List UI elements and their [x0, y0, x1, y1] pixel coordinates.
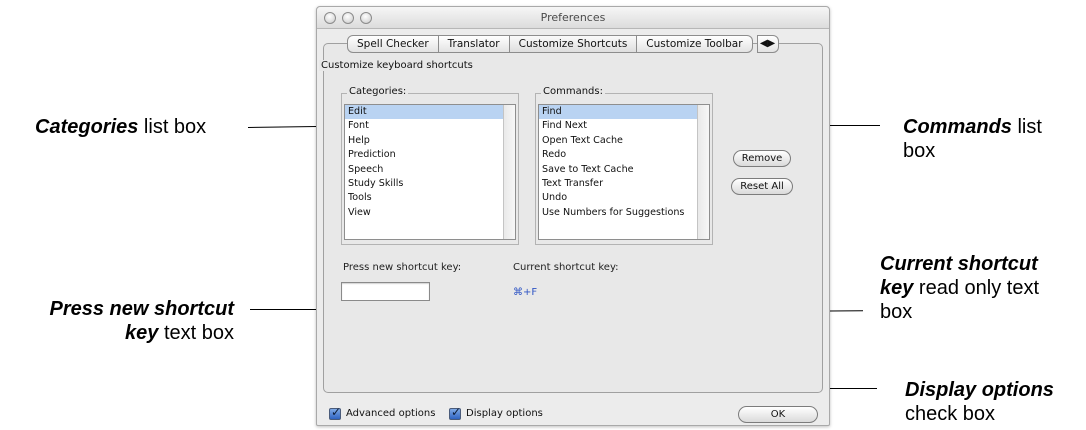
commands-list-item[interactable]: Find: [539, 105, 697, 120]
preferences-window: Preferences Spell Checker Translator Cus…: [316, 6, 830, 426]
window-title: Preferences: [540, 11, 606, 24]
checkmark-icon: ✓: [451, 405, 462, 419]
commands-list-item[interactable]: Open Text Cache: [539, 134, 697, 148]
checkmark-icon: ✓: [331, 405, 342, 419]
tab-spell-checker[interactable]: Spell Checker: [347, 35, 439, 53]
ok-button[interactable]: OK: [738, 406, 818, 423]
categories-list-item[interactable]: View: [345, 206, 503, 220]
display-options-label: Display options: [466, 408, 543, 419]
commands-list-item[interactable]: Redo: [539, 148, 697, 162]
advanced-options-label: Advanced options: [346, 408, 436, 419]
annotation-commands-bold: Commands: [903, 116, 1012, 138]
display-options-checkbox[interactable]: ✓: [449, 405, 462, 420]
annotation-categories-bold: Categories: [35, 116, 139, 138]
categories-list-item[interactable]: Font: [345, 119, 503, 133]
annotation-display-options-bold: Display options: [905, 379, 1054, 401]
annotation-current-key-bold1: Current shortcut: [880, 253, 1038, 275]
tab-translator[interactable]: Translator: [438, 35, 510, 53]
categories-list-item[interactable]: Tools: [345, 191, 503, 205]
categories-list-item[interactable]: Study Skills: [345, 177, 503, 191]
annotation-commands-rest: list: [1011, 116, 1042, 138]
tab-overflow-arrows-icon[interactable]: ◀▶: [756, 35, 779, 53]
remove-button[interactable]: Remove: [733, 150, 791, 167]
annotation-current-key-rest: read only text: [913, 277, 1039, 299]
commands-list-box[interactable]: Find Find Next Open Text Cache Redo Save to …: [538, 104, 710, 240]
commands-list-item[interactable]: Use Numbers for Suggestions: [539, 206, 697, 220]
categories-list-box[interactable]: Edit Font Help Prediction Speech Study Skills…: [344, 104, 516, 240]
commands-label: Commands:: [541, 86, 605, 97]
current-shortcut-key-value: ⌘+F: [513, 287, 538, 298]
annotation-current-key: Current shortcut key read only text box: [880, 252, 1039, 324]
customize-shortcuts-group-label: Customize keyboard shortcuts: [319, 60, 475, 71]
tab-customize-toolbar[interactable]: Customize Toolbar: [637, 35, 753, 53]
annotation-current-key-bold2: key: [880, 277, 914, 299]
annotation-press-new-bold2: key: [125, 322, 159, 344]
new-shortcut-key-label: Press new shortcut key:: [343, 262, 462, 273]
new-shortcut-key-input[interactable]: [341, 282, 430, 301]
commands-list-item[interactable]: Save to Text Cache: [539, 163, 697, 177]
annotation-display-options-line2: check box: [905, 403, 996, 425]
annotation-press-new-shortcut: Press new shortcut key text box: [10, 297, 234, 345]
commands-list-item[interactable]: Undo: [539, 191, 697, 205]
advanced-options-checkbox[interactable]: ✓: [329, 405, 342, 420]
annotation-display-options: Display options check box: [905, 378, 1083, 426]
commands-list-item[interactable]: Text Transfer: [539, 177, 697, 191]
reset-all-button[interactable]: Reset All: [731, 178, 793, 195]
categories-list-item[interactable]: Edit: [345, 105, 503, 120]
commands-list-item[interactable]: Find Next: [539, 119, 697, 133]
annotation-categories-rest: list box: [138, 116, 207, 138]
current-shortcut-key-label: Current shortcut key:: [513, 262, 619, 273]
commands-scrollbar[interactable]: [697, 105, 709, 239]
annotation-commands-line2: box: [903, 140, 936, 162]
annotation-current-key-line3: box: [880, 301, 913, 323]
categories-scrollbar[interactable]: [503, 105, 515, 239]
categories-list-item[interactable]: Help: [345, 134, 503, 148]
annotation-press-new-bold1: Press new shortcut: [49, 298, 234, 320]
commands-items: Find Find Next Open Text Cache Redo Save to …: [539, 105, 697, 220]
categories-list-item[interactable]: Speech: [345, 163, 503, 177]
categories-list-item[interactable]: Prediction: [345, 148, 503, 162]
tab-customize-shortcuts[interactable]: Customize Shortcuts: [509, 35, 638, 53]
annotation-categories: Categories list box: [35, 115, 206, 139]
categories-items: Edit Font Help Prediction Speech Study Skills…: [345, 105, 503, 220]
title-bar: Preferences: [317, 7, 829, 29]
annotation-press-new-rest: text box: [158, 322, 234, 344]
categories-label: Categories:: [347, 86, 409, 97]
annotation-commands: Commands list box: [903, 115, 1042, 163]
tab-bar: Spell Checker Translator Customize Short…: [347, 35, 779, 53]
